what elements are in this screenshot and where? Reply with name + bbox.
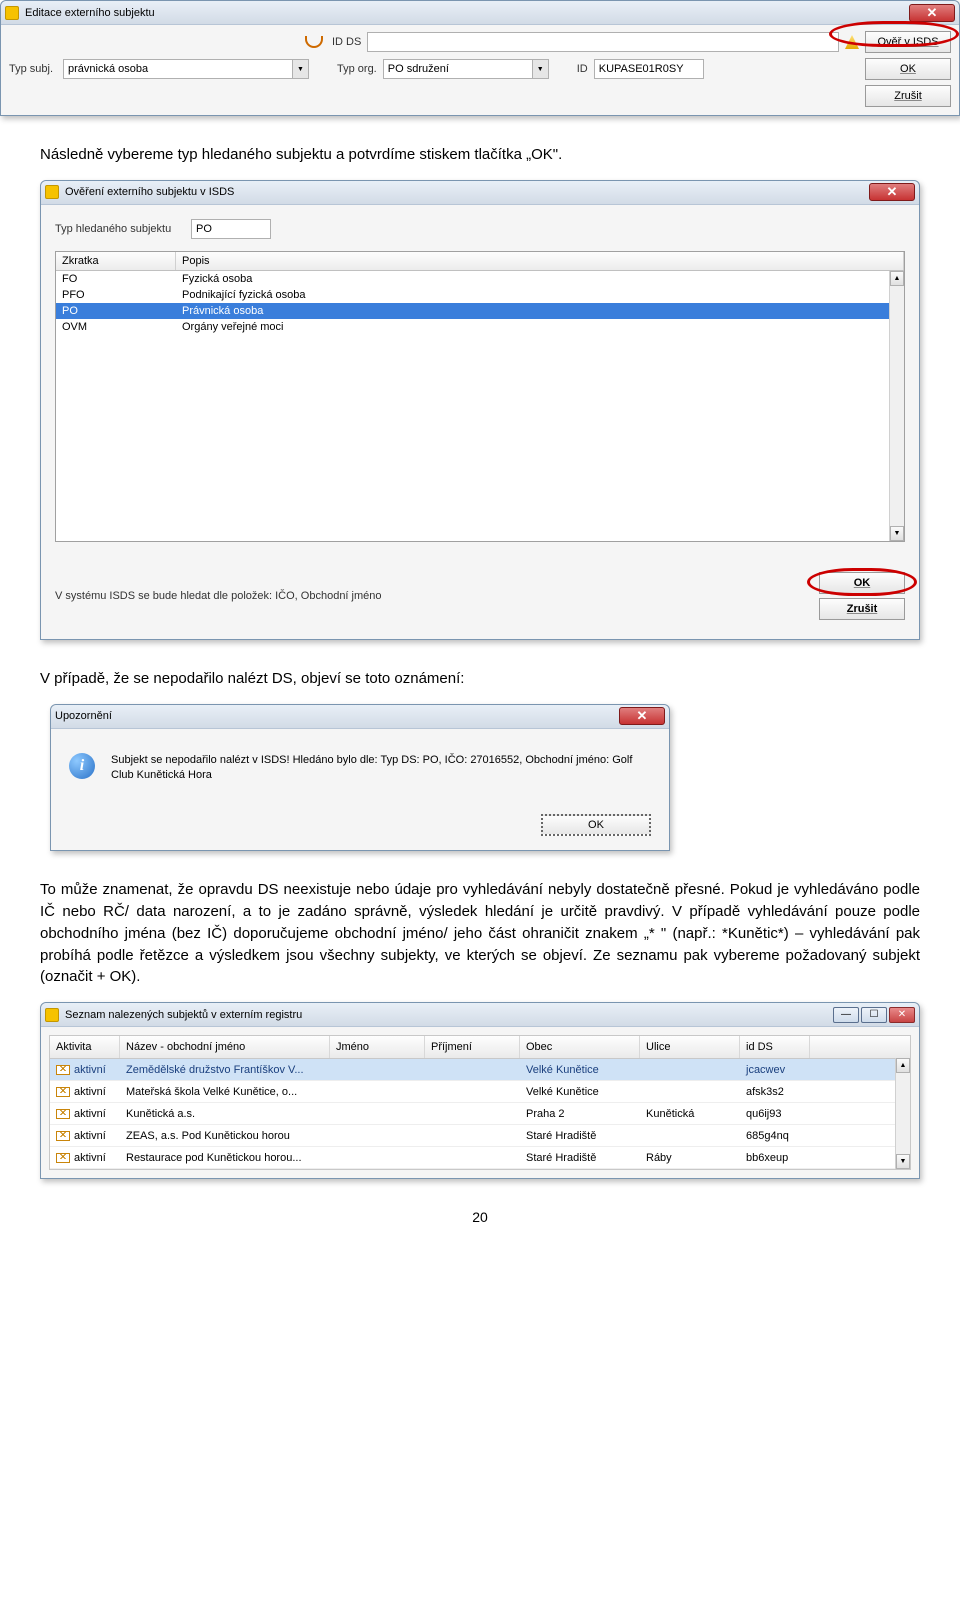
- ok-button[interactable]: OK: [865, 58, 951, 80]
- paragraph-2: V případě, že se nepodařilo nalézt DS, o…: [40, 668, 920, 690]
- app-icon: [5, 6, 19, 20]
- typ-subj-value[interactable]: [63, 59, 293, 79]
- search-criteria-text: V systému ISDS se bude hledat dle polože…: [55, 590, 382, 602]
- typ-org-value[interactable]: [383, 59, 533, 79]
- col-jmeno[interactable]: Jméno: [330, 1036, 425, 1058]
- scroll-down-icon[interactable]: ▼: [896, 1154, 910, 1169]
- list-row[interactable]: PFO Podnikající fyzická osoba: [56, 287, 904, 303]
- list-row-selected[interactable]: PO Právnická osoba: [56, 303, 904, 319]
- col-aktivita[interactable]: Aktivita: [50, 1036, 120, 1058]
- dialog-titlebar: Editace externího subjektu ✕: [1, 1, 959, 25]
- col-prijmeni[interactable]: Příjmení: [425, 1036, 520, 1058]
- dialog-titlebar: Ověření externího subjektu v ISDS ✕: [41, 181, 919, 205]
- minimize-button[interactable]: —: [833, 1007, 859, 1023]
- col-zkratka[interactable]: Zkratka: [56, 252, 176, 270]
- paragraph-1: Následně vybereme typ hledaného subjektu…: [40, 144, 920, 166]
- dialog-titlebar: Upozornění ✕: [51, 705, 669, 729]
- subject-type-list: Zkratka Popis FO Fyzická osoba PFO Podni…: [55, 251, 905, 542]
- typ-org-dropdown[interactable]: ▼: [383, 59, 549, 79]
- typ-hledaneho-label: Typ hledaného subjektu: [55, 223, 185, 235]
- list-row[interactable]: FO Fyzická osoba: [56, 271, 904, 287]
- table-row[interactable]: aktivní Mateřská škola Velké Kunětice, o…: [50, 1081, 910, 1103]
- cancel-button[interactable]: Zrušit: [865, 85, 951, 107]
- results-window: Seznam nalezených subjektů v externím re…: [40, 1002, 920, 1179]
- verify-isds-dialog: Ověření externího subjektu v ISDS ✕ Typ …: [40, 180, 920, 640]
- scroll-up-icon[interactable]: ▲: [890, 271, 904, 286]
- envelope-icon: [56, 1087, 70, 1097]
- ok-button[interactable]: OK: [541, 814, 651, 836]
- verify-isds-button[interactable]: Ověř v ISDS: [865, 31, 951, 53]
- ok-button[interactable]: OK: [819, 572, 905, 594]
- table-row[interactable]: aktivní Zemědělské družstvo Frantíškov V…: [50, 1059, 910, 1081]
- close-button[interactable]: ✕: [619, 707, 665, 725]
- dialog-title: Editace externího subjektu: [25, 7, 155, 19]
- envelope-icon: [56, 1153, 70, 1163]
- envelope-icon: [56, 1131, 70, 1141]
- maximize-button[interactable]: ☐: [861, 1007, 887, 1023]
- typ-hledaneho-field[interactable]: [191, 219, 271, 239]
- typ-org-label: Typ org.: [337, 63, 377, 75]
- col-idds[interactable]: id DS: [740, 1036, 810, 1058]
- list-header: Zkratka Popis: [56, 252, 904, 271]
- app-icon: [45, 1008, 59, 1022]
- envelope-icon: [56, 1109, 70, 1119]
- col-obec[interactable]: Obec: [520, 1036, 640, 1058]
- chevron-down-icon[interactable]: ▼: [533, 59, 549, 79]
- dialog-title: Upozornění: [55, 710, 112, 722]
- id-field[interactable]: [594, 59, 704, 79]
- scrollbar[interactable]: ▲ ▼: [889, 271, 904, 541]
- app-icon: [45, 185, 59, 199]
- scrollbar[interactable]: ▲ ▼: [895, 1058, 910, 1169]
- close-button[interactable]: ✕: [909, 4, 955, 22]
- list-row[interactable]: OVM Orgány veřejné moci: [56, 319, 904, 335]
- id-label: ID: [577, 63, 588, 75]
- table-header: Aktivita Název - obchodní jméno Jméno Př…: [50, 1036, 910, 1059]
- envelope-icon: [56, 1065, 70, 1075]
- page-number: 20: [40, 1209, 920, 1225]
- table-row[interactable]: aktivní Restaurace pod Kunětickou horou.…: [50, 1147, 910, 1169]
- dialog-title: Seznam nalezených subjektů v externím re…: [65, 1009, 302, 1021]
- warning-icon: [845, 35, 859, 49]
- table-row[interactable]: aktivní ZEAS, a.s. Pod Kunětickou horou …: [50, 1125, 910, 1147]
- col-ulice[interactable]: Ulice: [640, 1036, 740, 1058]
- col-nazev[interactable]: Název - obchodní jméno: [120, 1036, 330, 1058]
- alert-dialog: Upozornění ✕ i Subjekt se nepodařilo nal…: [50, 704, 670, 852]
- alert-message: Subjekt se nepodařilo nalézt v ISDS! Hle…: [111, 753, 651, 785]
- close-button[interactable]: ✕: [889, 1007, 915, 1023]
- close-button[interactable]: ✕: [869, 183, 915, 201]
- id-ds-field[interactable]: [367, 32, 839, 52]
- posta-logo: [305, 36, 326, 48]
- typ-subj-dropdown[interactable]: ▼: [63, 59, 309, 79]
- paragraph-3: To může znamenat, že opravdu DS neexistu…: [40, 879, 920, 988]
- chevron-down-icon[interactable]: ▼: [293, 59, 309, 79]
- scroll-up-icon[interactable]: ▲: [896, 1058, 910, 1073]
- edit-subject-dialog: Editace externího subjektu ✕ ID DS Ověř …: [0, 0, 960, 116]
- dialog-titlebar: Seznam nalezených subjektů v externím re…: [41, 1003, 919, 1027]
- typ-subj-label: Typ subj.: [9, 63, 57, 75]
- scroll-down-icon[interactable]: ▼: [890, 526, 904, 541]
- table-row[interactable]: aktivní Kunětická a.s. Praha 2 Kunětická…: [50, 1103, 910, 1125]
- col-popis[interactable]: Popis: [176, 252, 904, 270]
- dialog-title: Ověření externího subjektu v ISDS: [65, 186, 234, 198]
- id-ds-label: ID DS: [332, 36, 361, 48]
- cancel-button[interactable]: Zrušit: [819, 598, 905, 620]
- results-table: Aktivita Název - obchodní jméno Jméno Př…: [49, 1035, 911, 1170]
- info-icon: i: [69, 753, 95, 779]
